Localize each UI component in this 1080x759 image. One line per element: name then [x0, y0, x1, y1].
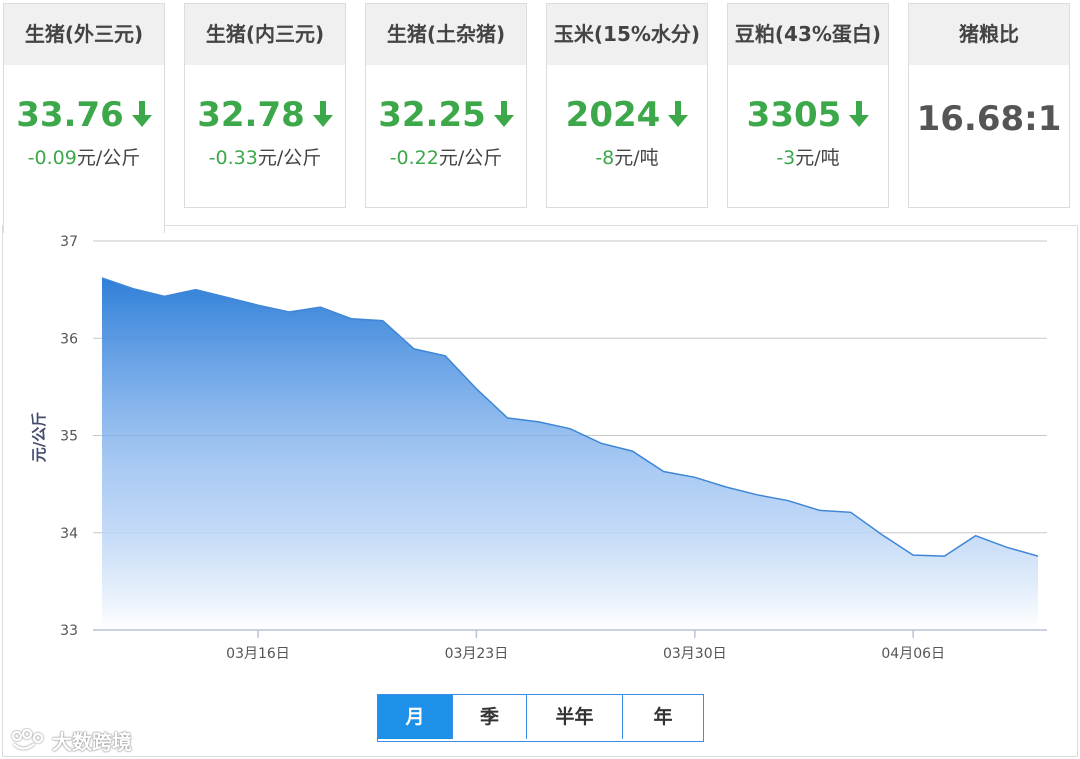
data-point[interactable]: [1005, 545, 1009, 549]
watermark: 大数跨境: [8, 726, 132, 755]
data-point[interactable]: [693, 475, 697, 479]
card-title: 生猪(土杂猪): [366, 4, 526, 65]
watermark-text: 大数跨境: [52, 730, 132, 754]
data-point[interactable]: [849, 510, 853, 514]
data-point[interactable]: [1036, 554, 1040, 558]
data-point[interactable]: [755, 493, 759, 497]
data-point[interactable]: [412, 347, 416, 351]
data-point[interactable]: [381, 319, 385, 323]
card-change: -0.33元/公斤: [208, 147, 322, 169]
data-point[interactable]: [880, 533, 884, 537]
data-point[interactable]: [662, 470, 666, 474]
series-area: [102, 278, 1038, 630]
data-point[interactable]: [194, 288, 198, 292]
card-pig-tuzazhu[interactable]: 生猪(土杂猪) 32.25 -0.22元/公斤: [365, 3, 527, 208]
data-point[interactable]: [287, 310, 291, 314]
data-point[interactable]: [974, 534, 978, 538]
card-change: -0.22元/公斤: [389, 147, 503, 169]
card-change: -8元/吨: [595, 147, 659, 169]
card-pig-neisanyuan[interactable]: 生猪(内三元) 32.78 -0.33元/公斤: [184, 3, 346, 208]
data-point[interactable]: [506, 416, 510, 420]
data-point[interactable]: [942, 554, 946, 558]
data-point[interactable]: [474, 387, 478, 391]
card-value: 2024: [547, 95, 707, 135]
data-point[interactable]: [786, 499, 790, 503]
card-soybean-meal[interactable]: 豆粕(43%蛋白) 3305 -3元/吨: [727, 3, 889, 208]
card-pig-waisanyuan[interactable]: 生猪(外三元) 33.76 -0.09元/公斤: [3, 3, 165, 233]
data-point[interactable]: [818, 508, 822, 512]
arrow-down-icon: [849, 100, 870, 127]
card-change: -3元/吨: [776, 147, 840, 169]
y-tick-label: 34: [60, 526, 78, 542]
data-point[interactable]: [318, 305, 322, 309]
card-value: 33.76: [4, 95, 164, 135]
data-point[interactable]: [568, 427, 572, 431]
y-tick-label: 35: [60, 429, 78, 445]
data-point[interactable]: [225, 295, 229, 299]
x-tick-label: 03月30日: [663, 646, 727, 662]
x-tick-label: 04月06日: [881, 646, 945, 662]
data-point[interactable]: [131, 287, 135, 291]
card-title: 豆粕(43%蛋白): [728, 4, 888, 65]
y-tick-label: 36: [60, 331, 78, 347]
card-value: 32.78: [185, 95, 345, 135]
x-tick-label: 03月23日: [445, 646, 509, 662]
price-area-chart: 33 34 35 36 37 03月16日 03月23日 03月30日 04月06日 元/公斤: [30, 234, 1047, 662]
range-button-month[interactable]: 月: [378, 695, 453, 739]
data-point[interactable]: [599, 441, 603, 445]
arrow-down-icon: [131, 100, 152, 127]
price-cards: 生猪(外三元) 33.76 -0.09元/公斤 生猪(内三元) 32.78 -0…: [0, 0, 1080, 233]
data-point[interactable]: [911, 553, 915, 557]
x-tick-label: 03月16日: [226, 646, 290, 662]
data-point[interactable]: [537, 420, 541, 424]
data-point[interactable]: [350, 317, 354, 321]
card-title: 生猪(外三元): [4, 4, 164, 65]
card-value: 16.68:1: [916, 99, 1062, 139]
range-button-half-year[interactable]: 半年: [527, 695, 623, 739]
arrow-down-icon: [312, 100, 333, 127]
y-tick-label: 37: [60, 234, 78, 250]
card-title: 玉米(15%水分): [547, 4, 707, 65]
y-axis-title: 元/公斤: [30, 412, 48, 462]
data-point[interactable]: [630, 449, 634, 453]
range-selector: 月 季 半年 年: [377, 694, 704, 742]
card-value: 3305: [728, 95, 888, 135]
data-point[interactable]: [100, 276, 104, 280]
y-tick-label: 33: [60, 623, 78, 639]
arrow-down-icon: [668, 100, 689, 127]
card-corn[interactable]: 玉米(15%水分) 2024 -8元/吨: [546, 3, 708, 208]
data-point[interactable]: [162, 294, 166, 298]
data-point[interactable]: [256, 303, 260, 307]
arrow-down-icon: [493, 100, 514, 127]
card-change: -0.09元/公斤: [27, 147, 141, 169]
data-point[interactable]: [443, 354, 447, 358]
bear-logo-icon: [11, 728, 44, 750]
card-title: 猪粮比: [909, 4, 1069, 65]
card-pig-grain-ratio[interactable]: 猪粮比 16.68:1: [908, 3, 1070, 208]
card-title: 生猪(内三元): [185, 4, 345, 65]
range-button-quarter[interactable]: 季: [453, 695, 527, 739]
card-value: 32.25: [366, 95, 526, 135]
data-point[interactable]: [724, 485, 728, 489]
range-button-year[interactable]: 年: [623, 695, 703, 739]
